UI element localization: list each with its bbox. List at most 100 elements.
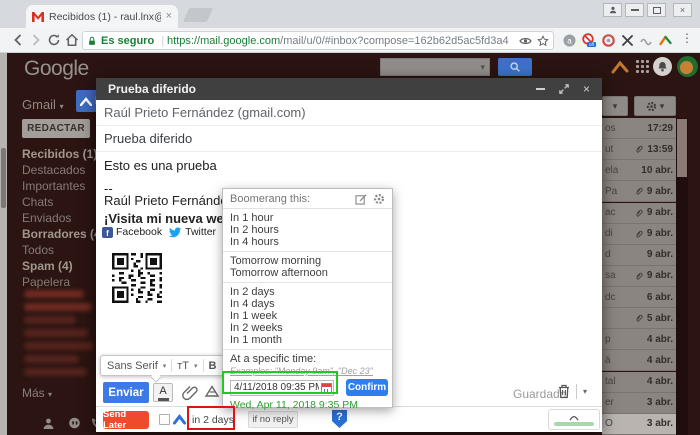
boomerang-option[interactable]: In 1 week	[223, 310, 392, 322]
url-path: /mail/u/0/#inbox?compose=162b62d5ac5fd3a…	[280, 35, 514, 47]
window-close-button[interactable]: ×	[673, 3, 692, 17]
attach-file-icon[interactable]	[182, 383, 198, 401]
extension-icon-boomerang[interactable]	[658, 33, 673, 48]
address-bar[interactable]: Es seguro | https://mail.google.com/mail…	[82, 31, 554, 50]
reader-eye-icon[interactable]	[519, 36, 532, 46]
subject-field[interactable]: Prueba diferido	[96, 126, 602, 152]
from-field[interactable]: Raúl Prieto Fernández (gmail.com)	[96, 100, 602, 126]
divider	[203, 359, 204, 372]
extension-icon-wave[interactable]	[639, 33, 654, 48]
divider	[223, 251, 392, 252]
email-row[interactable]: ac9 abr.	[602, 203, 676, 224]
email-row[interactable]: O3 abr.	[602, 414, 676, 435]
email-row[interactable]: 5 abr.	[602, 308, 676, 329]
email-row[interactable]: er 3 abr.	[602, 393, 676, 414]
boomerang-option[interactable]: In 1 month	[223, 334, 392, 346]
boomerang-option[interactable]: In 2 days	[223, 286, 392, 298]
more-options-icon[interactable]: ▾	[583, 387, 587, 396]
email-snippet-fragment: Pa	[605, 186, 617, 197]
email-time: 9 abr.	[647, 270, 673, 281]
close-icon: ×	[680, 5, 685, 15]
email-row[interactable]: ela10 abr.	[602, 160, 676, 181]
send-button[interactable]: Enviar	[103, 382, 149, 403]
confirm-button[interactable]: Confirm	[346, 379, 388, 396]
email-row[interactable]: tal4 abr.	[602, 372, 676, 393]
boomerang-checkbox[interactable]	[159, 414, 170, 425]
compose-header[interactable]: Prueba diferido ×	[96, 78, 602, 100]
email-snippet-fragment: p	[605, 334, 611, 345]
pop-out-icon[interactable]	[559, 84, 569, 94]
boomerang-respond-pill[interactable]	[548, 409, 600, 430]
popup-title: Boomerang this:	[230, 193, 310, 205]
list-scrollbar-thumb[interactable]	[677, 119, 687, 177]
signature-name: Raúl Prieto Fernández	[104, 193, 234, 208]
font-size-select[interactable]: тT	[177, 360, 189, 372]
font-family-select[interactable]: Sans Serif	[107, 360, 158, 372]
email-row[interactable]: di9 abr.	[602, 224, 676, 245]
boomerang-option[interactable]: In 2 hours	[223, 224, 392, 236]
new-tab-button[interactable]	[183, 8, 213, 22]
email-row[interactable]: Pa9 abr.	[602, 181, 676, 202]
facebook-icon: f	[102, 227, 113, 238]
extension-icon-adblock-off[interactable]: off	[581, 33, 596, 48]
drive-icon[interactable]	[204, 383, 220, 401]
scheduled-time-preview: Wed, Apr 11, 2018 9:35 PM	[223, 399, 392, 411]
email-time: 9 abr.	[647, 249, 673, 260]
close-icon[interactable]: ×	[583, 83, 590, 95]
extension-icon-target[interactable]	[601, 33, 616, 48]
formatting-options-button[interactable]: A	[153, 383, 173, 402]
social-link[interactable]: Twitter	[185, 226, 216, 238]
minimize-icon[interactable]	[536, 88, 545, 90]
bold-button[interactable]: B	[209, 360, 217, 372]
boomerang-option[interactable]: In 4 hours	[223, 236, 392, 248]
back-button[interactable]	[10, 32, 26, 48]
extension-icon-translate[interactable]: a	[562, 33, 577, 48]
gear-icon[interactable]	[373, 193, 385, 205]
tab-close-icon[interactable]: ×	[166, 11, 172, 22]
gmail-favicon	[32, 12, 44, 22]
boomerang-option[interactable]: Tomorrow morning	[223, 255, 392, 267]
attachment-icon	[634, 313, 644, 323]
email-snippet-fragment: er	[605, 397, 614, 408]
minimize-button[interactable]	[625, 3, 644, 17]
boomerang-option[interactable]: In 1 hour	[223, 212, 392, 224]
email-row[interactable]: sa9 abr.	[602, 266, 676, 287]
boomerang-option[interactable]: Tomorrow afternoon	[223, 267, 392, 279]
email-row[interactable]: d9 abr.	[602, 245, 676, 266]
maximize-button[interactable]	[647, 3, 666, 17]
attachment-icon	[634, 271, 644, 281]
edit-icon[interactable]	[355, 193, 367, 205]
email-time: 9 abr.	[647, 207, 673, 218]
email-row[interactable]: dc6 abr.	[602, 287, 676, 308]
email-time: 3 abr.	[647, 397, 673, 408]
if-no-reply-dropdown[interactable]: if no reply	[248, 411, 298, 428]
email-snippet-fragment: dc	[605, 292, 616, 303]
browser-tab[interactable]: Recibidos (1) - raul.lnx@g ×	[26, 5, 178, 28]
send-later-button[interactable]: Send Later	[103, 411, 149, 429]
reload-button[interactable]	[46, 32, 62, 48]
social-link[interactable]: Facebook	[116, 226, 162, 238]
bookmark-star-icon[interactable]	[537, 35, 549, 47]
browser-menu-icon[interactable]: ⋮	[681, 31, 689, 46]
curve-icon	[567, 413, 581, 421]
email-row[interactable]: os17:29	[602, 118, 676, 139]
profile-button[interactable]	[603, 3, 622, 17]
body-line: Esto es una prueba	[104, 158, 217, 173]
attachment-icon	[634, 229, 644, 239]
home-button[interactable]	[64, 32, 80, 48]
trash-icon[interactable]	[557, 384, 571, 399]
forward-button[interactable]	[28, 32, 44, 48]
email-time: 3 abr.	[647, 418, 673, 429]
email-row[interactable]: á4 abr.	[602, 350, 676, 371]
boomerang-option[interactable]: In 4 days	[223, 298, 392, 310]
email-row[interactable]: ut13:59	[602, 139, 676, 160]
email-row[interactable]: p4 abr.	[602, 329, 676, 350]
boomerang-caret-icon[interactable]	[173, 413, 186, 426]
boomerang-option[interactable]: In 2 weeks	[223, 322, 392, 334]
divider	[171, 359, 172, 372]
annotation-green-box	[222, 371, 338, 394]
attachment-icon	[634, 208, 644, 218]
caret-down-icon: ▾	[163, 362, 167, 370]
help-icon[interactable]: ?	[332, 410, 347, 428]
extension-icon-tools[interactable]	[620, 33, 635, 48]
